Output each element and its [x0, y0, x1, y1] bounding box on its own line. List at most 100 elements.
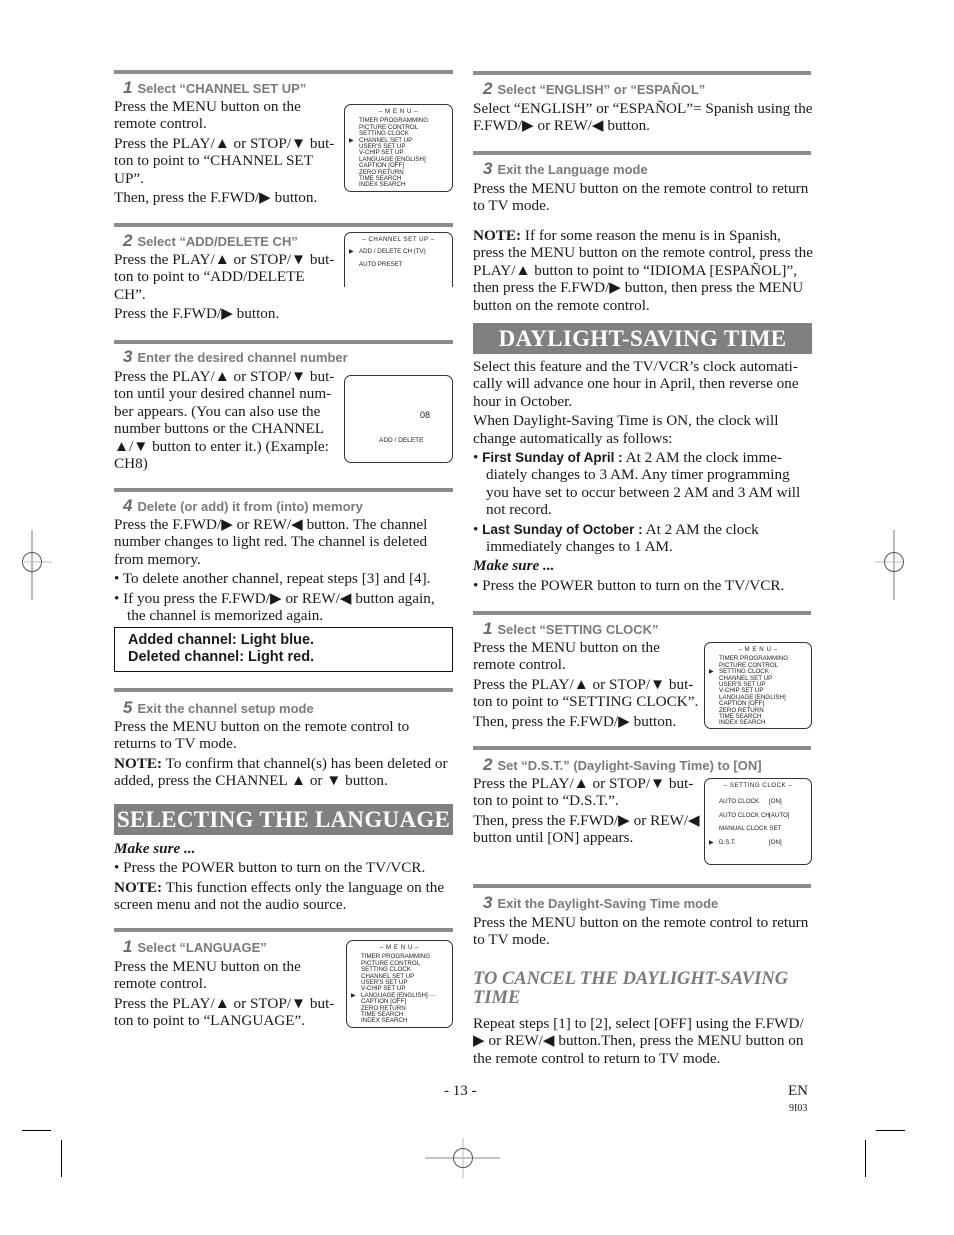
step-body: Press the PLAY/▲ or STOP/▼ but- ton unti… [114, 368, 340, 474]
paragraph: Press the PLAY/▲ or STOP/▼ but- ton to p… [473, 775, 694, 810]
step-body: Press the MENU button on the remote cont… [473, 180, 813, 217]
make-sure-text: Make sure ... [473, 557, 555, 575]
registration-mark-icon [875, 530, 904, 600]
paragraph: Repeat steps [1] to [2], select [OFF] us… [473, 1015, 804, 1067]
make-sure: Make sure ... [114, 840, 454, 857]
menu-list: TIMER PROGRAMMING PICTURE CONTROL ▶ SETTING… [705, 656, 811, 726]
clock-setting-row[interactable]: AUTO CLOCK [ON] [705, 798, 811, 806]
step-title: Delete (or add) it from (into) memory [137, 499, 363, 514]
menu-list: TIMER PROGRAMMING PICTURE CONTROL SETTING … [345, 118, 452, 188]
section-rule [114, 223, 453, 227]
menu-item-label: INDEX SEARCH [359, 181, 406, 189]
screen-title: – M E N U – [738, 646, 778, 653]
note: NOTE: This function effects only the lan… [114, 879, 454, 914]
make-sure-text: Make sure ... [114, 840, 196, 857]
bullet-label: Last Sunday of October : [482, 521, 643, 537]
bullet-item: • To delete another channel, repeat step… [114, 570, 431, 588]
step-title: Exit the Language mode [497, 162, 648, 177]
cancel-dst-body: Repeat steps [1] to [2], select [OFF] us… [473, 1015, 815, 1069]
clock-setting-row[interactable]: ▶ D.S.T. [ON] [705, 838, 811, 846]
paragraph: Press the MENU button on the remote cont… [114, 98, 301, 133]
paragraph: Press the MENU button on the remote cont… [473, 914, 809, 949]
menu-list: TIMER PROGRAMMING PICTURE CONTROL SETTING … [347, 954, 452, 1024]
step-number: 3 [483, 159, 493, 178]
screen-title: – CHANNEL SET UP – [362, 236, 435, 243]
section-banner: SELECTING THE LANGUAGE [114, 804, 453, 835]
bullet-item: • Last Sunday of October : At 2 AM the c… [473, 520, 759, 556]
registration-mark-icon [22, 530, 52, 600]
menu-item-label: INDEX SEARCH [719, 719, 766, 727]
bullet-item: • Press the POWER button to turn on the … [114, 859, 426, 877]
paragraph: Select this feature and the TV/VCR’s clo… [473, 358, 799, 410]
clock-setting-row[interactable]: MANUAL CLOCK SET [705, 826, 811, 832]
registration-mark-icon [425, 1138, 500, 1178]
step-body: Press the F.FWD/▶ or REW/◀ button. The c… [114, 516, 454, 626]
menu-item[interactable]: ▶ ADD / DELETE CH (TV) [345, 249, 452, 256]
bullet-item: • First Sunday of April : At 2 AM the cl… [473, 449, 801, 519]
note: NOTE: If for some reason the menu is in … [473, 227, 813, 314]
step-heading: 1 Select “SETTING CLOCK” [483, 619, 659, 639]
make-sure: Make sure ... [473, 557, 815, 574]
step-heading: 2 Select “ADD/DELETE CH” [123, 231, 298, 251]
channel-setup-screen: – CHANNEL SET UP – ▶ ADD / DELETE CH (TV)… [344, 232, 453, 287]
setting-label: AUTO CLOCK [719, 798, 760, 806]
note-label: NOTE: [114, 754, 163, 772]
clock-setting-row[interactable]: AUTO CLOCK CH [AUTO] [705, 811, 811, 819]
step-heading: 3 Enter the desired channel number [123, 347, 348, 367]
paragraph: Press the MENU button on the remote cont… [114, 718, 410, 753]
section-rule [114, 340, 453, 344]
step-title: Exit the channel setup mode [137, 701, 314, 716]
setting-label: D.S.T. [719, 838, 736, 846]
cancel-dst-title: TO CANCEL THE DAYLIGHT-SAVING TIME [473, 969, 789, 1008]
step-title: Enter the desired channel number [137, 350, 348, 365]
step-number: 2 [123, 231, 133, 250]
section-rule [473, 71, 811, 75]
doc-code: 9I03 [789, 1103, 808, 1114]
section-rule [473, 746, 811, 750]
paragraph: Then, press the F.FWD/▶ or REW/◀ button … [473, 811, 700, 847]
menu-item[interactable]: INDEX SEARCH [705, 720, 811, 726]
dst-intro: Select this feature and the TV/VCR’s clo… [473, 358, 815, 596]
bullet-text: If you press the F.FWD/▶ or REW/◀ button… [123, 589, 435, 625]
blink-indicator-icon: — [427, 991, 436, 999]
setting-label: MANUAL CLOCK SET [719, 825, 782, 833]
screen-title: – SETTING CLOCK – [723, 782, 793, 789]
page-number: - 13 - [444, 1083, 477, 1099]
note-text: If for some reason the menu is in Spanis… [473, 227, 813, 314]
section-banner: DAYLIGHT-SAVING TIME [473, 323, 812, 354]
note-line: Deleted channel: Light red. [128, 649, 315, 665]
setting-value: [ON] [769, 838, 782, 846]
step-body: Select “ENGLISH” or “ESPAÑOL”= Spanish u… [473, 100, 813, 137]
paragraph: Press the F.FWD/▶ button. [114, 305, 280, 323]
setting-value: [AUTO] [769, 811, 790, 819]
note-label: NOTE: [114, 878, 163, 896]
section-rule [114, 928, 453, 932]
section-rule [114, 488, 453, 492]
menu-item-label: INDEX SEARCH [361, 1017, 408, 1025]
menu-item[interactable]: AUTO PRESET [345, 261, 452, 268]
crop-mark [22, 1130, 51, 1131]
bullet-item: • If you press the F.FWD/▶ or REW/◀ butt… [114, 589, 435, 625]
channel-number: 08 [420, 410, 431, 420]
paragraph: Press the F.FWD/▶ or REW/◀ button. The c… [114, 516, 428, 568]
paragraph: Press the PLAY/▲ or STOP/▼ but- ton to p… [114, 251, 335, 303]
paragraph: Press the MENU button on the remote cont… [473, 639, 660, 674]
step-heading: 2 Set “D.S.T.” (Daylight-Saving Time) to … [483, 755, 762, 775]
menu-item[interactable]: INDEX SEARCH [347, 1018, 452, 1024]
step-number: 2 [483, 755, 493, 774]
paragraph: Then, press the F.FWD/▶ button. [473, 712, 677, 730]
bullet-text: To delete another channel, repeat steps … [122, 570, 431, 588]
step-number: 3 [483, 893, 493, 912]
step-heading: 2 Select “ENGLISH” or “ESPAÑOL” [483, 79, 705, 99]
note-label: NOTE: [473, 227, 522, 244]
step-number: 3 [123, 347, 133, 366]
crop-mark [876, 1130, 905, 1131]
section-rule [473, 151, 811, 155]
section-rule [473, 884, 811, 888]
menu-item[interactable]: INDEX SEARCH [345, 182, 452, 188]
step-body: Press the MENU button on the remote cont… [473, 914, 813, 951]
paragraph: Press the PLAY/▲ or STOP/▼ but- ton to p… [114, 994, 335, 1030]
paragraph: Press the MENU button on the remote cont… [473, 180, 809, 215]
step-body: Press the MENU button on the remote cont… [114, 98, 339, 208]
color-note-box: Added channel: Light blue. Deleted chann… [114, 627, 453, 672]
